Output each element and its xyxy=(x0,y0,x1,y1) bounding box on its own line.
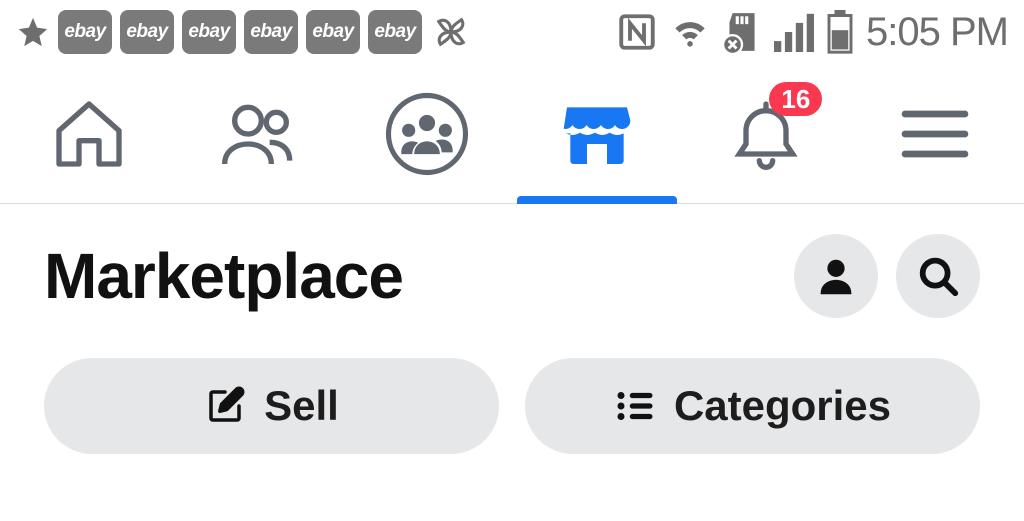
nav-home[interactable] xyxy=(4,64,173,203)
sd-card-error-icon xyxy=(722,10,762,54)
action-pills: Sell Categories xyxy=(0,338,1024,464)
home-icon xyxy=(49,94,129,174)
signal-icon xyxy=(772,12,816,52)
person-icon xyxy=(813,253,859,299)
status-left: ebay ebay ebay ebay ebay ebay xyxy=(16,10,472,54)
ebay-notification-icon: ebay xyxy=(306,10,360,54)
categories-label: Categories xyxy=(674,382,891,430)
wifi-icon xyxy=(668,10,712,54)
nfc-icon xyxy=(616,11,658,53)
ebay-notification-icon: ebay xyxy=(244,10,298,54)
ebay-notification-icon: ebay xyxy=(58,10,112,54)
pinwheel-icon xyxy=(430,11,472,53)
battery-icon xyxy=(826,10,854,54)
compose-icon xyxy=(204,385,246,427)
nav-friends[interactable] xyxy=(173,64,342,203)
notification-badge: 16 xyxy=(769,82,822,116)
sell-label: Sell xyxy=(264,382,339,430)
friends-icon xyxy=(218,94,298,174)
status-bar: ebay ebay ebay ebay ebay ebay xyxy=(0,0,1024,64)
ebay-notification-icon: ebay xyxy=(368,10,422,54)
status-time: 5:05 PM xyxy=(866,10,1008,55)
header-actions xyxy=(794,234,980,318)
nav-marketplace[interactable] xyxy=(512,64,681,203)
sell-button[interactable]: Sell xyxy=(44,358,499,454)
groups-icon xyxy=(383,90,471,178)
star-icon xyxy=(16,15,50,49)
page-header: Marketplace xyxy=(0,204,1024,338)
status-right: 5:05 PM xyxy=(616,10,1008,55)
search-button[interactable] xyxy=(896,234,980,318)
nav-menu[interactable] xyxy=(851,64,1020,203)
nav-notifications[interactable]: 16 xyxy=(681,64,850,203)
list-icon xyxy=(614,385,656,427)
profile-button[interactable] xyxy=(794,234,878,318)
nav-groups[interactable] xyxy=(343,64,512,203)
hamburger-icon xyxy=(895,94,975,174)
page-title: Marketplace xyxy=(44,239,403,313)
top-nav: 16 xyxy=(0,64,1024,204)
categories-button[interactable]: Categories xyxy=(525,358,980,454)
search-icon xyxy=(915,253,961,299)
marketplace-icon xyxy=(557,94,637,174)
ebay-notification-icon: ebay xyxy=(182,10,236,54)
ebay-notification-icon: ebay xyxy=(120,10,174,54)
